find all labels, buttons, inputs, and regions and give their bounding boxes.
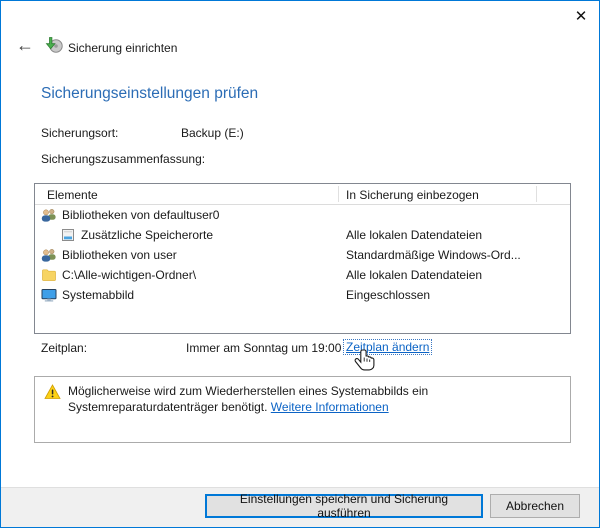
backup-location-label: Sicherungsort:	[41, 126, 118, 140]
row-value: Alle lokalen Datendateien	[346, 228, 482, 242]
monitor-icon	[41, 287, 57, 303]
row-value: Standardmäßige Windows-Ord...	[346, 248, 521, 262]
table-row[interactable]: Zusätzliche Speicherorte Alle lokalen Da…	[35, 225, 570, 245]
more-info-link[interactable]: Weitere Informationen	[271, 400, 389, 414]
close-icon[interactable]: ✕	[565, 3, 597, 29]
warning-line-1: Möglicherweise wird zum Wiederherstellen…	[68, 384, 428, 398]
backup-summary-label: Sicherungszusammenfassung:	[41, 152, 205, 166]
column-header-einbezogen[interactable]: In Sicherung einbezogen	[346, 188, 479, 202]
schedule-label: Zeitplan:	[41, 341, 87, 355]
backup-icon	[45, 36, 63, 57]
hand-cursor-icon	[353, 348, 379, 381]
row-label: Bibliotheken von user	[62, 248, 177, 262]
row-label: C:\Alle-wichtigen-Ordner\	[62, 268, 196, 282]
cancel-button[interactable]: Abbrechen	[490, 494, 580, 518]
table-row[interactable]: C:\Alle-wichtigen-Ordner\ Alle lokalen D…	[35, 265, 570, 285]
save-and-run-backup-button[interactable]: Einstellungen speichern und Sicherung au…	[205, 494, 483, 518]
schedule-value: Immer am Sonntag um 19:00	[186, 341, 341, 355]
table-row[interactable]: Bibliotheken von defaultuser0	[35, 205, 570, 225]
row-label: Zusätzliche Speicherorte	[81, 228, 213, 242]
library-icon	[60, 227, 76, 243]
warning-line-2: Systemreparaturdatenträger benötigt.	[68, 400, 267, 414]
wizard-title: Sicherung einrichten	[68, 41, 177, 55]
table-row[interactable]: Systemabbild Eingeschlossen	[35, 285, 570, 305]
column-separator	[536, 186, 537, 202]
warning-panel: Möglicherweise wird zum Wiederherstellen…	[34, 376, 571, 443]
column-header-elemente[interactable]: Elemente	[47, 188, 98, 202]
row-value: Eingeschlossen	[346, 288, 430, 302]
row-label: Systemabbild	[62, 288, 134, 302]
users-icon	[41, 207, 57, 223]
column-separator	[338, 186, 339, 202]
users-icon	[41, 247, 57, 263]
setup-backup-dialog: ✕ ← Sicherung einrichten Sicherungseinst…	[0, 0, 600, 528]
table-row[interactable]: Bibliotheken von user Standardmäßige Win…	[35, 245, 570, 265]
back-arrow-icon[interactable]: ←	[13, 34, 37, 56]
warning-text: Möglicherweise wird zum Wiederherstellen…	[68, 383, 428, 415]
row-value: Alle lokalen Datendateien	[346, 268, 482, 282]
table-header: Elemente In Sicherung einbezogen	[35, 184, 570, 205]
backup-summary-table: Elemente In Sicherung einbezogen Bibliot…	[34, 183, 571, 334]
folder-icon	[41, 267, 57, 283]
page-title: Sicherungseinstellungen prüfen	[41, 85, 258, 103]
backup-location-value: Backup (E:)	[181, 126, 244, 140]
row-label: Bibliotheken von defaultuser0	[62, 208, 219, 222]
warning-icon	[44, 384, 61, 403]
